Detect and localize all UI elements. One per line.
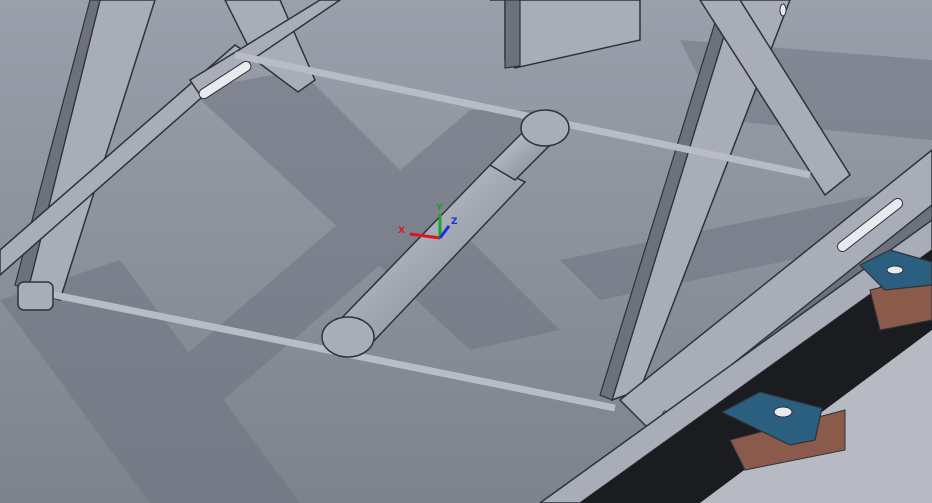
hole-right-leg (779, 3, 787, 17)
cylinder-end-cap-upper (520, 109, 570, 147)
triad-z-label: Z (451, 217, 458, 227)
left-rod-bushing[interactable] (17, 281, 54, 311)
triad-x-label: X (398, 226, 405, 236)
triad-y-label: Y (435, 203, 443, 213)
cad-model-scene[interactable]: X Y Z (0, 0, 932, 503)
cylinder-end-cap-lower (321, 316, 375, 358)
graphics-viewport[interactable]: X Y Z (0, 0, 932, 503)
